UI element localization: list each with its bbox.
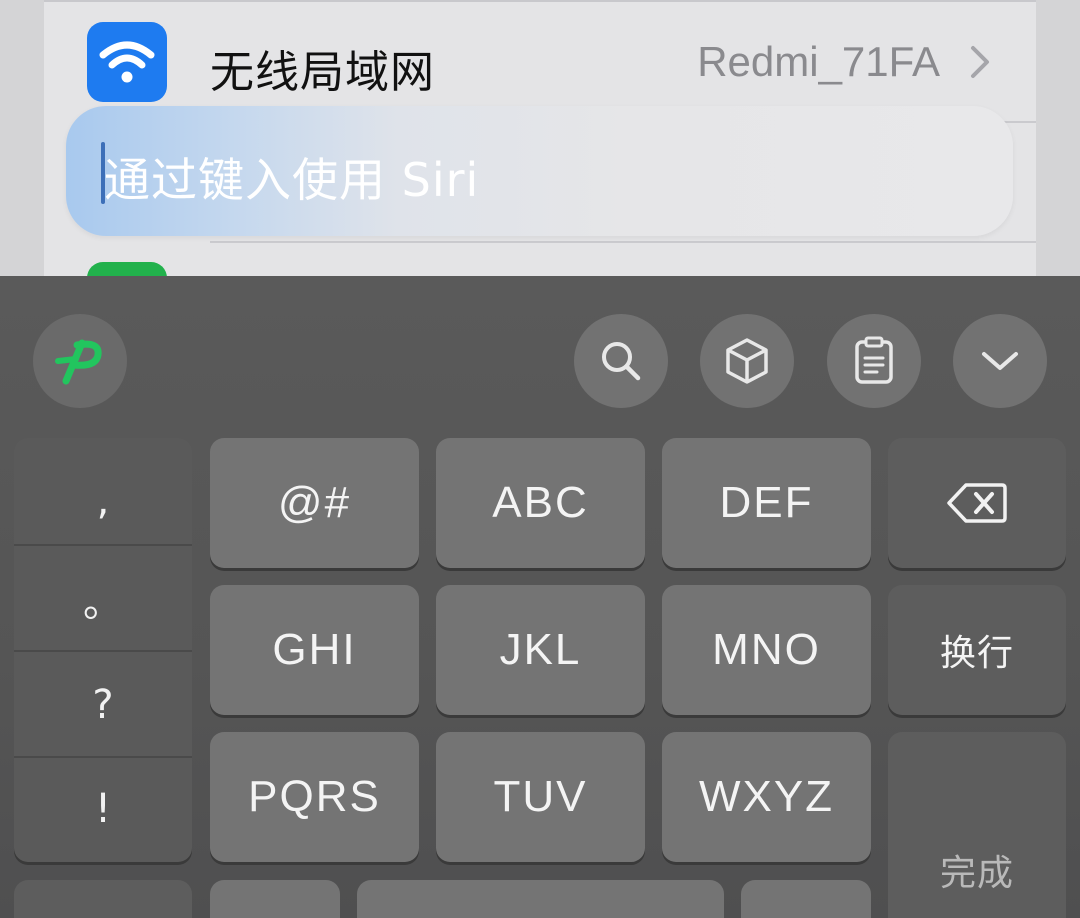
- wifi-label: 无线局域网: [210, 47, 435, 98]
- keyboard-key[interactable]: [210, 880, 340, 918]
- search-icon[interactable]: [574, 314, 668, 408]
- chevron-right-icon: [971, 46, 989, 78]
- wifi-icon: [87, 22, 167, 102]
- punctuation-key-comma[interactable]: ,: [14, 448, 192, 554]
- key-symbols[interactable]: @#: [210, 438, 419, 568]
- cube-icon[interactable]: [700, 314, 794, 408]
- keyboard-key[interactable]: [741, 880, 871, 918]
- punctuation-key-question[interactable]: ?: [14, 652, 192, 758]
- punctuation-key-exclamation[interactable]: !: [14, 756, 192, 862]
- key-abc[interactable]: ABC: [436, 438, 645, 568]
- punctuation-column: , 。 ? !: [14, 438, 192, 862]
- divider: [210, 241, 1036, 243]
- key-def[interactable]: DEF: [662, 438, 871, 568]
- divider: [44, 0, 1036, 2]
- clipboard-icon[interactable]: [827, 314, 921, 408]
- done-key[interactable]: 完成: [888, 732, 1066, 918]
- key-tuv[interactable]: TUV: [436, 732, 645, 862]
- space-key[interactable]: [357, 880, 724, 918]
- punctuation-key-period[interactable]: 。: [14, 546, 192, 652]
- key-pqrs[interactable]: PQRS: [210, 732, 419, 862]
- key-mno[interactable]: MNO: [662, 585, 871, 715]
- newline-key[interactable]: 换行: [888, 585, 1066, 715]
- backspace-key[interactable]: [888, 438, 1066, 568]
- chevron-down-icon[interactable]: [953, 314, 1047, 408]
- key-jkl[interactable]: JKL: [436, 585, 645, 715]
- backspace-icon: [947, 483, 1007, 523]
- p-logo-icon[interactable]: [33, 314, 127, 408]
- keyboard-key[interactable]: [14, 880, 192, 918]
- key-ghi[interactable]: GHI: [210, 585, 419, 715]
- key-wxyz[interactable]: WXYZ: [662, 732, 871, 862]
- siri-input-placeholder: 通过键入使用 Siri: [104, 153, 480, 207]
- wifi-network-name: Redmi_71FA: [697, 38, 940, 85]
